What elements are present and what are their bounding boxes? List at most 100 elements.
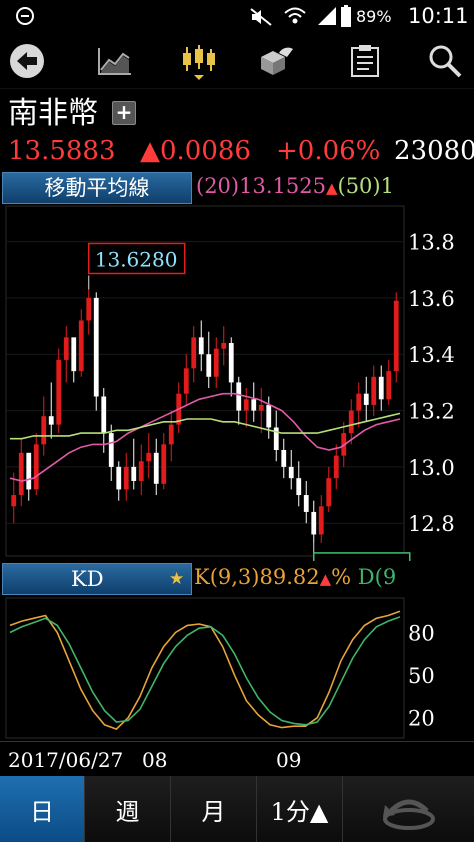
period-tab-bar: 日 週 月 1分▲ — [0, 776, 474, 842]
notes-button[interactable] — [330, 34, 400, 88]
candle-body — [101, 396, 107, 434]
ma50-value: (50)1 — [337, 174, 394, 198]
line-chart-icon — [98, 48, 131, 75]
candle-body — [153, 452, 159, 484]
battery-icon — [341, 5, 351, 27]
kd-chart[interactable]: 80 50 20 — [0, 597, 474, 741]
candle-body — [116, 466, 122, 490]
candle-body — [243, 399, 249, 411]
x-axis-month-08: 08 — [142, 748, 168, 772]
portfolio-button[interactable] — [240, 34, 310, 88]
x-axis-month-09: 09 — [276, 748, 302, 772]
candle-body — [251, 399, 257, 411]
mute-icon — [250, 8, 272, 26]
candle-body — [183, 368, 189, 394]
kd-tick-label: 50 — [408, 664, 435, 688]
portfolio-icon — [261, 47, 293, 75]
candle-body — [266, 404, 272, 428]
battery-percent: 89% — [356, 7, 392, 26]
price-chart[interactable]: 13.8 13.6 13.4 13.2 13.0 12.8 13.6280 12.7297 — [0, 205, 474, 561]
kd-frame — [5, 597, 405, 739]
candle-body — [191, 337, 197, 369]
candle-body — [356, 393, 362, 411]
candle-body — [236, 382, 242, 411]
candle-body — [221, 342, 227, 349]
signal-icon — [318, 7, 336, 25]
search-button[interactable] — [410, 34, 474, 88]
tab-week[interactable]: 週 — [85, 776, 171, 842]
kd-tick-label: 20 — [408, 707, 435, 731]
back-button[interactable] — [0, 34, 62, 88]
d-value: D(9 — [357, 565, 397, 589]
candle-body — [18, 452, 24, 496]
refresh-button[interactable] — [343, 776, 474, 842]
candle-body — [198, 337, 204, 355]
kd-label: KD — [71, 567, 104, 591]
candle-body — [11, 495, 17, 507]
line-chart-button[interactable] — [80, 34, 150, 88]
tab-day[interactable]: 日 — [0, 776, 85, 842]
candle-body — [348, 410, 354, 434]
candle-body — [378, 376, 384, 400]
candle-body — [78, 320, 84, 372]
moving-average-button[interactable]: 移動平均線 — [2, 172, 192, 204]
candle-body — [146, 452, 152, 462]
candle-body — [138, 461, 144, 481]
clock: 10:11 — [408, 4, 469, 28]
candle-body — [108, 433, 114, 467]
candle-body — [258, 404, 264, 411]
candle-body — [26, 452, 32, 490]
k-percent: % — [331, 565, 352, 589]
y-tick-label: 12.8 — [408, 512, 455, 536]
do-not-disturb-icon — [16, 7, 34, 25]
candlestick-button[interactable] — [164, 34, 234, 88]
candle-body — [86, 297, 92, 321]
candle-body — [206, 354, 212, 377]
candle-body — [371, 376, 377, 405]
tab-minute[interactable]: 1分▲ — [257, 776, 343, 842]
instrument-name: 南非幣 — [8, 96, 98, 131]
candle-body — [33, 444, 39, 490]
add-watchlist-button[interactable]: + — [112, 101, 136, 125]
y-tick-label: 13.0 — [408, 456, 455, 480]
candle-body — [363, 393, 369, 405]
candle-body — [48, 416, 54, 425]
notes-icon — [351, 45, 379, 77]
tab-month[interactable]: 月 — [171, 776, 257, 842]
kd-tick-label: 80 — [408, 622, 435, 646]
k-up-icon: ▲ — [319, 570, 332, 588]
candle-body — [213, 348, 219, 377]
x-axis: 2017/06/27 08 09 — [0, 741, 474, 776]
volume: 23080 — [394, 136, 474, 166]
candle-body — [41, 416, 47, 445]
candle-body — [333, 455, 339, 479]
toolbar — [0, 34, 474, 89]
wifi-icon — [284, 7, 306, 24]
star-icon: ★ — [169, 569, 185, 589]
candle-body — [123, 466, 129, 490]
moving-average-bar: 移動平均線 (20)13.1525▲(50)1 — [0, 172, 474, 204]
candle-body — [71, 337, 77, 372]
last-price: 13.5883 — [8, 136, 116, 166]
change-percent: +0.06% — [276, 136, 381, 166]
y-tick-label: 13.8 — [408, 231, 455, 255]
back-arrow-icon — [10, 44, 44, 78]
candle-body — [326, 478, 332, 507]
kd-bar: KD ★ K(9,3)89.82▲% D(9 — [0, 563, 474, 595]
refresh-icon — [382, 799, 435, 830]
candlestick-icon — [183, 45, 215, 80]
k-value: K(9,3)89.82 — [194, 565, 320, 589]
k-line — [9, 610, 401, 731]
candle-body — [63, 337, 69, 360]
candle-body — [288, 466, 294, 479]
candle-body — [386, 371, 392, 400]
y-tick-label: 13.6 — [408, 287, 455, 311]
ma20-value: (20)13.1525 — [196, 174, 326, 198]
candle-body — [281, 449, 287, 467]
candle-body — [161, 444, 167, 484]
chart-frame — [5, 205, 405, 557]
y-tick-label: 13.2 — [408, 400, 455, 424]
candle-body — [311, 511, 317, 535]
candle-body — [131, 466, 137, 481]
kd-button[interactable]: KD ★ — [2, 563, 192, 595]
